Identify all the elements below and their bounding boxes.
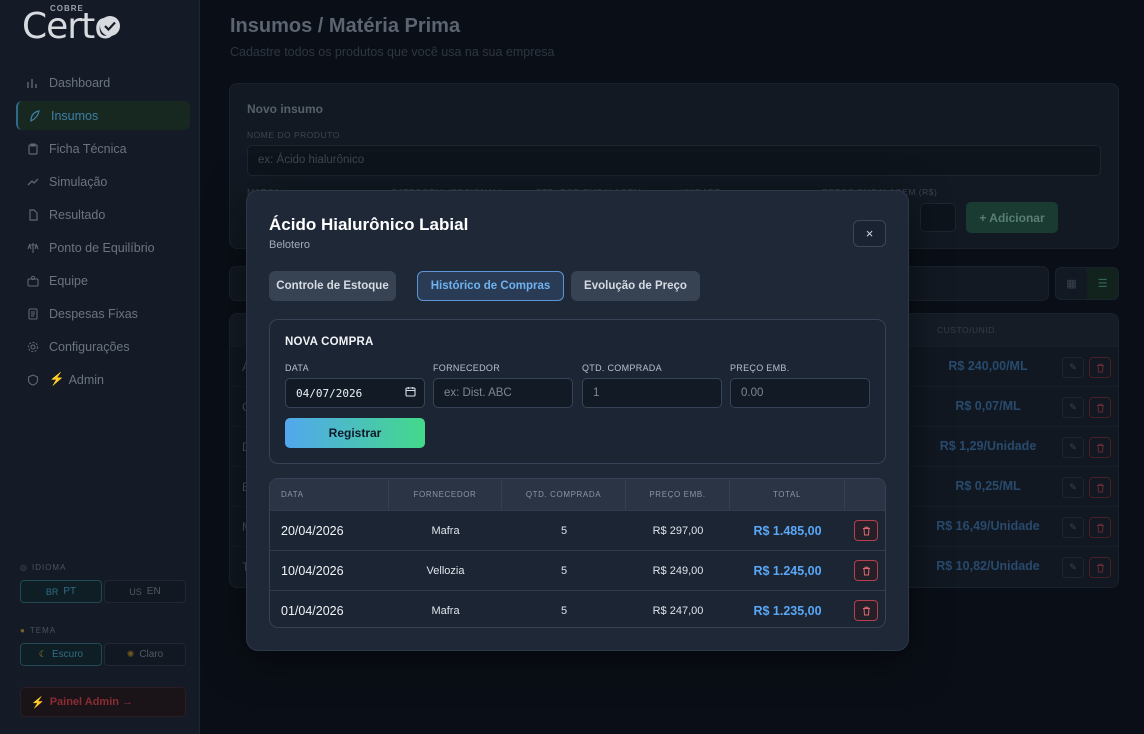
table-row: 20/04/2026 Mafra 5 R$ 297,00 R$ 1.485,00: [270, 510, 885, 550]
tab-stock-control[interactable]: Controle de Estoque: [269, 271, 396, 301]
history-table-header: DATA FORNECEDOR QTD. COMPRADA PREÇO EMB.…: [270, 479, 885, 510]
modal-subtitle: Belotero: [269, 239, 310, 251]
header-supplier: FORNECEDOR: [389, 479, 502, 510]
tab-price-evolution[interactable]: Evolução de Preço: [571, 271, 700, 301]
trash-icon: [862, 526, 870, 535]
header-price: PREÇO EMB.: [626, 479, 730, 510]
tab-purchase-history[interactable]: Histórico de Compras: [417, 271, 564, 301]
trash-icon: [862, 566, 870, 575]
supplier-input[interactable]: ex: Dist. ABC: [433, 378, 573, 408]
purchase-history-table: DATA FORNECEDOR QTD. COMPRADA PREÇO EMB.…: [269, 478, 886, 628]
register-button[interactable]: Registrar: [285, 418, 425, 448]
header-date: DATA: [270, 479, 389, 510]
header-total: TOTAL: [730, 479, 845, 510]
new-purchase-title: NOVA COMPRA: [285, 336, 374, 348]
table-row: 10/04/2026 Vellozia 5 R$ 249,00 R$ 1.245…: [270, 550, 885, 590]
qty-label: QTD. COMPRADA: [582, 363, 662, 373]
delete-purchase-button[interactable]: [854, 520, 878, 541]
price-input[interactable]: 0.00: [730, 378, 870, 408]
price-label: PREÇO EMB.: [730, 363, 790, 373]
close-button[interactable]: ×: [853, 220, 886, 247]
header-actions: [845, 479, 885, 510]
table-row: 01/04/2026 Mafra 5 R$ 247,00 R$ 1.235,00: [270, 590, 885, 627]
date-label: DATA: [285, 363, 309, 373]
modal-title: Ácido Hialurônico Labial: [269, 215, 469, 234]
trash-icon: [862, 606, 870, 615]
date-input[interactable]: 04/07/2026: [285, 378, 425, 408]
new-purchase-form: NOVA COMPRA DATA 04/07/2026 FORNECEDOR e…: [269, 319, 886, 464]
close-icon: ×: [865, 226, 874, 241]
delete-purchase-button[interactable]: [854, 560, 878, 581]
delete-purchase-button[interactable]: [854, 600, 878, 621]
qty-input[interactable]: 1: [582, 378, 722, 408]
calendar-icon[interactable]: [405, 386, 416, 400]
header-qty: QTD. COMPRADA: [502, 479, 626, 510]
purchase-history-modal: Ácido Hialurônico Labial Belotero × Cont…: [246, 190, 909, 651]
supplier-label: FORNECEDOR: [433, 363, 501, 373]
